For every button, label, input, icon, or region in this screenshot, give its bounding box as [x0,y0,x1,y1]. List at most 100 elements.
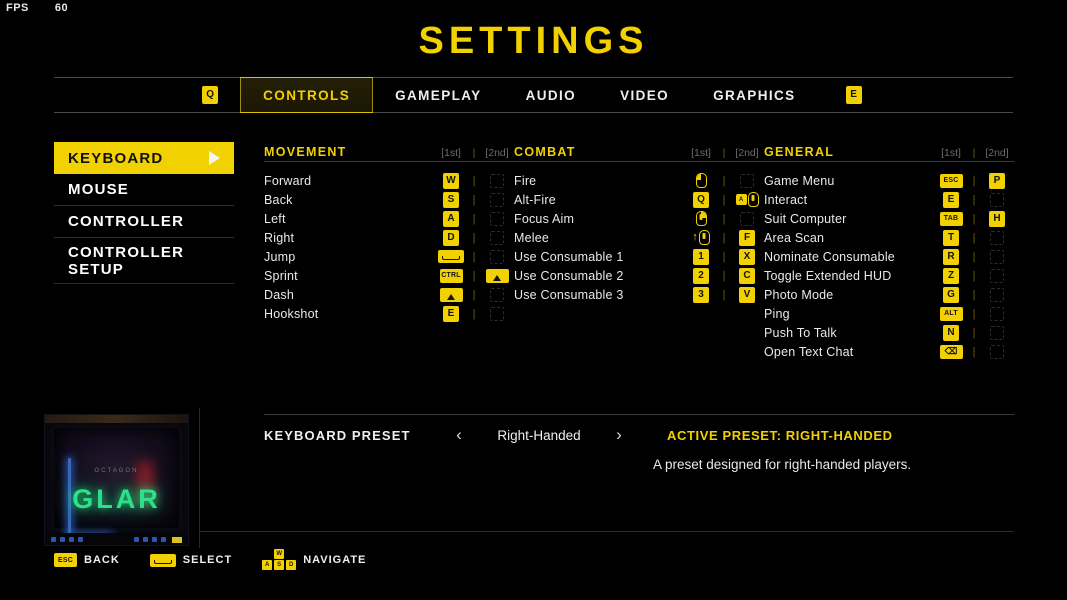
binding-second-slot[interactable] [980,325,1014,340]
binding-first-slot-shift-mouse-icon[interactable]: ↑ [692,230,710,245]
binding-first-slot-backspace-key-icon[interactable]: ⌫ [939,344,963,359]
binding-first-slot-key[interactable]: Q [693,191,709,208]
binding-first-slot-key[interactable]: ESC [939,173,963,188]
binding-second-slot-empty[interactable] [490,192,504,207]
binding-second-slot-empty[interactable] [990,306,1004,321]
binding-first-slot-key[interactable]: R [943,248,959,265]
binding-second-slot-empty[interactable] [990,192,1004,207]
binding-second-slot-empty[interactable] [990,344,1004,359]
binding-first-slot-key[interactable]: N [943,324,959,341]
binding-first-slot[interactable]: 1 [684,248,718,265]
binding-first-slot-key[interactable]: ALT [939,306,963,321]
binding-second-slot-empty[interactable] [740,211,754,226]
binding-first-slot[interactable]: Z [934,267,968,284]
hint-back[interactable]: ESC BACK [54,553,120,567]
binding-second-slot[interactable] [480,211,514,226]
sidebar-item-keyboard[interactable]: KEYBOARD [54,142,234,174]
binding-second-slot[interactable]: C [730,267,764,284]
binding-second-slot-shift-key-icon[interactable] [485,268,509,283]
binding-second-slot[interactable] [480,268,514,283]
binding-first-slot[interactable]: D [434,229,468,246]
binding-second-slot-empty[interactable] [990,249,1004,264]
binding-first-slot[interactable]: TAB [934,211,968,226]
binding-first-slot[interactable] [434,250,468,263]
binding-second-slot[interactable]: A [730,192,764,207]
binding-first-slot-key[interactable]: S [443,191,459,208]
tab-audio[interactable]: AUDIO [504,78,599,112]
binding-second-slot-key[interactable]: P [989,172,1005,189]
sidebar-item-mouse[interactable]: MOUSE [54,174,234,206]
binding-first-slot[interactable]: Q [684,191,718,208]
binding-second-slot-empty[interactable] [490,306,504,321]
binding-first-slot[interactable]: CTRL [434,268,468,283]
binding-first-slot-key[interactable]: A [443,210,459,227]
binding-first-slot-key[interactable]: Z [943,267,959,284]
binding-first-slot[interactable] [684,211,718,226]
binding-first-slot[interactable]: S [434,191,468,208]
binding-second-slot[interactable]: X [730,248,764,265]
binding-first-slot[interactable]: G [934,286,968,303]
binding-second-slot[interactable] [730,211,764,226]
tab-controls[interactable]: CONTROLS [240,77,374,113]
binding-second-slot[interactable] [980,230,1014,245]
binding-second-slot-empty[interactable] [990,287,1004,302]
binding-first-slot[interactable]: E [934,191,968,208]
binding-first-slot[interactable]: R [934,248,968,265]
binding-first-slot-key[interactable]: G [943,286,959,303]
binding-second-slot-key[interactable]: F [739,229,755,246]
sidebar-item-controller-setup[interactable]: CONTROLLER SETUP [54,238,234,284]
preset-prev-arrow[interactable]: ‹ [439,425,479,445]
binding-second-slot-empty[interactable] [490,287,504,302]
binding-first-slot[interactable]: A [434,210,468,227]
hint-navigate[interactable]: W A S D NAVIGATE [262,549,366,571]
binding-second-slot-alt-mouse-icon[interactable]: A [735,192,759,207]
binding-first-slot[interactable]: N [934,324,968,341]
binding-second-slot[interactable]: H [980,210,1014,227]
binding-first-slot[interactable]: 2 [684,267,718,284]
tab-gameplay[interactable]: GAMEPLAY [373,78,503,112]
binding-second-slot[interactable] [480,192,514,207]
tab-video[interactable]: VIDEO [598,78,691,112]
binding-first-slot-key[interactable]: D [443,229,459,246]
binding-second-slot[interactable] [980,344,1014,359]
binding-first-slot[interactable] [434,287,468,302]
binding-first-slot-key[interactable]: E [943,191,959,208]
binding-second-slot-empty[interactable] [740,173,754,188]
binding-second-slot[interactable] [480,173,514,188]
binding-first-slot[interactable] [684,173,718,188]
binding-first-slot[interactable]: ⌫ [934,344,968,359]
binding-first-slot[interactable]: E [434,305,468,322]
binding-first-slot[interactable]: 3 [684,286,718,303]
binding-second-slot[interactable] [730,173,764,188]
binding-first-slot-key[interactable]: W [443,172,459,189]
binding-first-slot-key[interactable]: 2 [693,267,709,284]
binding-first-slot[interactable]: ALT [934,306,968,321]
binding-second-slot-empty[interactable] [990,268,1004,283]
binding-second-slot-key[interactable]: V [739,286,755,303]
binding-second-slot-empty[interactable] [990,325,1004,340]
binding-first-slot-key[interactable]: 1 [693,248,709,265]
binding-second-slot[interactable] [980,268,1014,283]
binding-second-slot[interactable] [980,287,1014,302]
binding-first-slot-key[interactable]: T [943,229,959,246]
binding-second-slot[interactable] [480,306,514,321]
binding-second-slot[interactable] [980,306,1014,321]
binding-first-slot-mouse-right-icon[interactable] [695,211,707,226]
binding-first-slot-key[interactable]: TAB [939,211,963,226]
hint-select[interactable]: SELECT [149,553,232,567]
binding-first-slot[interactable]: ESC [934,173,968,188]
binding-first-slot-space-key-icon[interactable] [438,250,464,263]
binding-first-slot[interactable]: ↑ [684,230,718,245]
binding-first-slot-key[interactable]: 3 [693,286,709,303]
binding-second-slot-empty[interactable] [490,230,504,245]
binding-second-slot-key[interactable]: H [989,210,1005,227]
binding-second-slot[interactable]: V [730,286,764,303]
binding-second-slot[interactable] [480,249,514,264]
tab-graphics[interactable]: GRAPHICS [691,78,817,112]
binding-second-slot-key[interactable]: C [739,267,755,284]
binding-second-slot-empty[interactable] [490,249,504,264]
binding-second-slot[interactable] [480,287,514,302]
binding-first-slot[interactable]: W [434,172,468,189]
binding-second-slot[interactable] [480,230,514,245]
binding-second-slot-empty[interactable] [990,230,1004,245]
